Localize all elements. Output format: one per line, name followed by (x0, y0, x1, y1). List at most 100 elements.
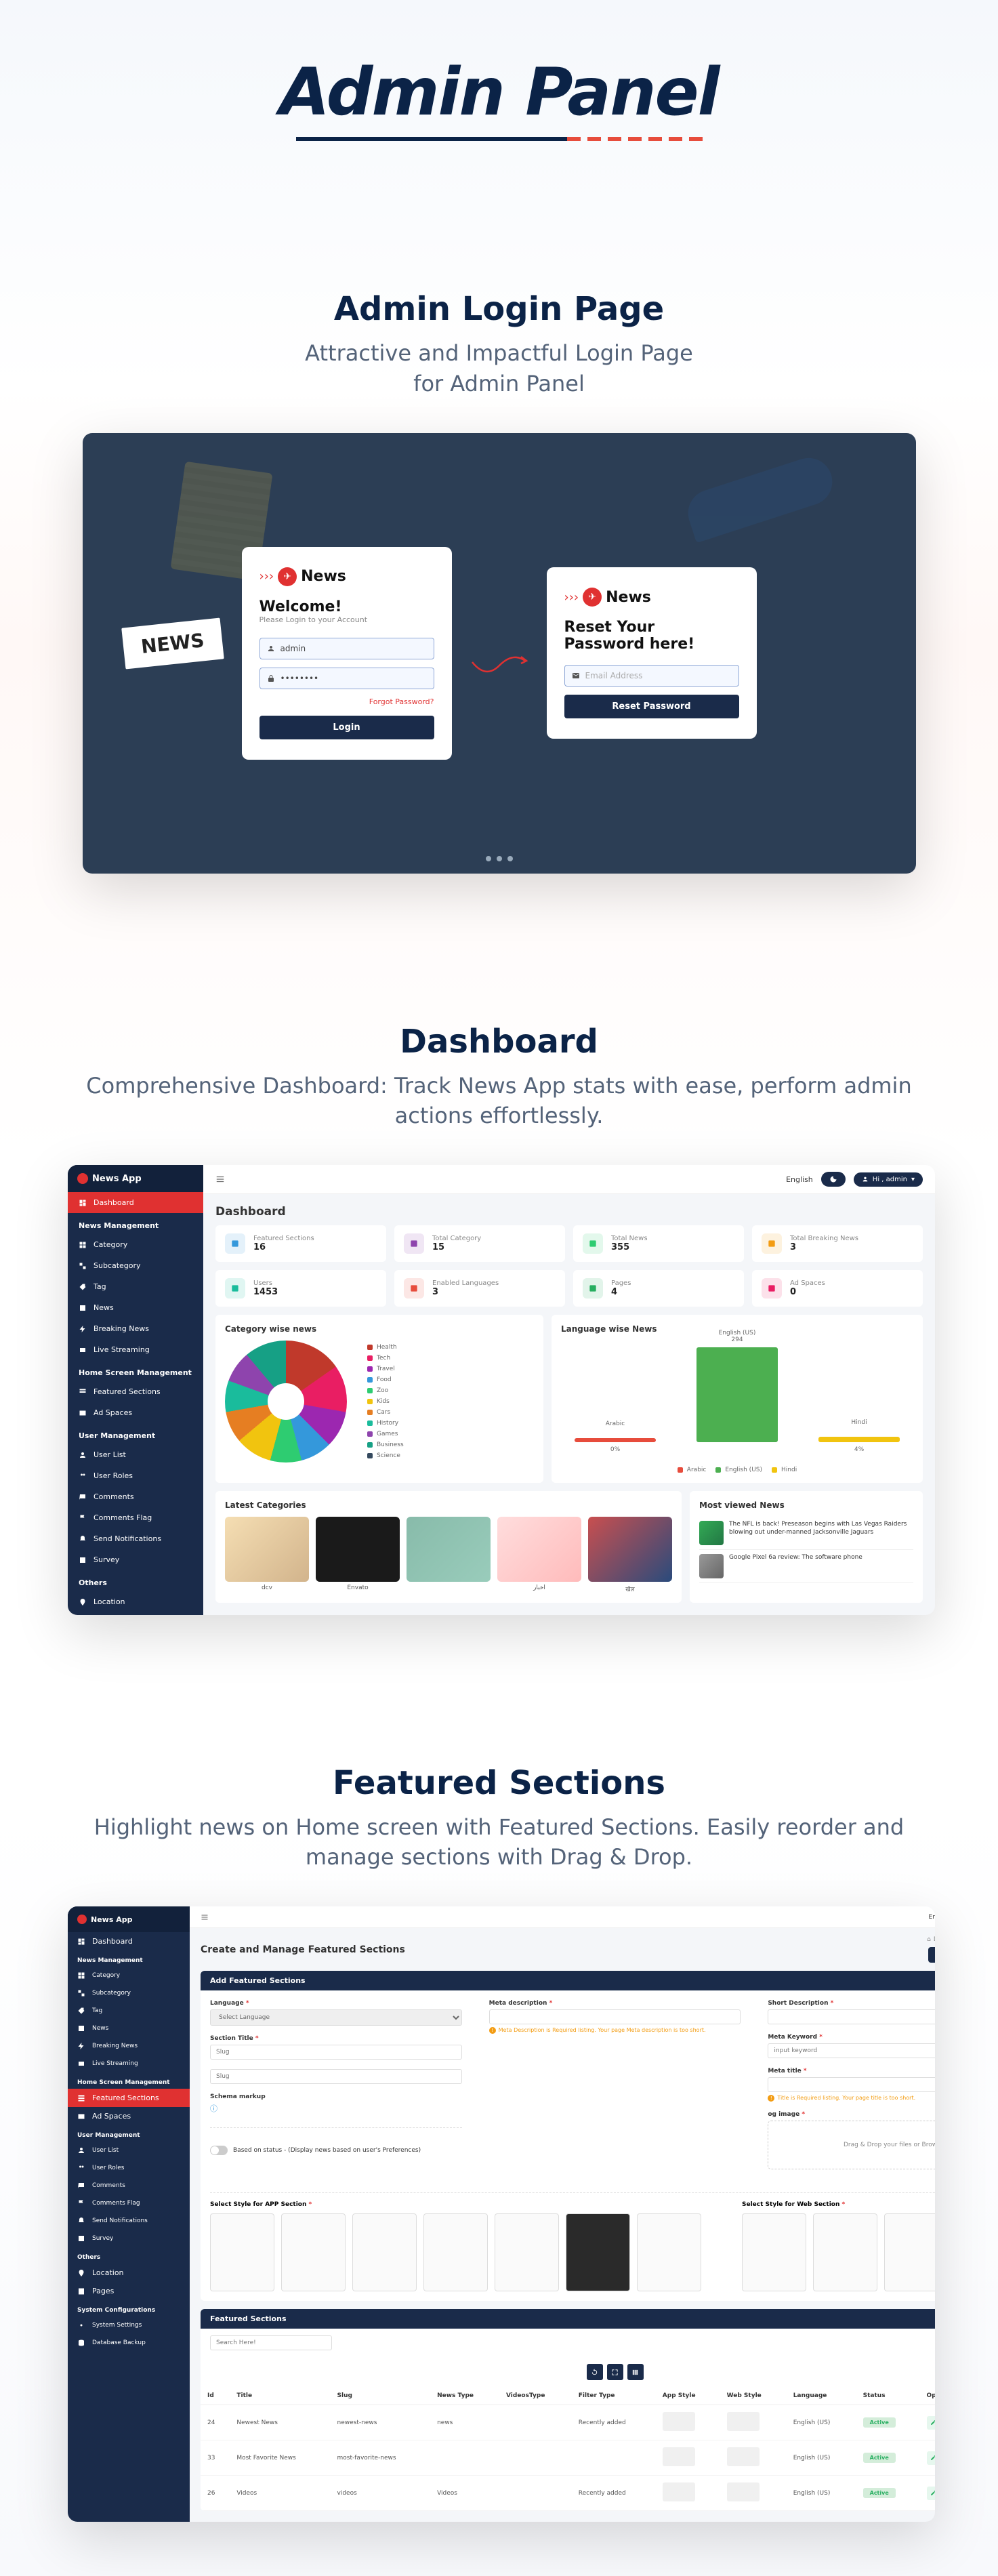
sidebar-item[interactable]: Pages (68, 2282, 190, 2300)
sidebar-item[interactable]: News (68, 1297, 203, 1318)
username-input[interactable]: admin (259, 638, 434, 659)
menu-icon[interactable] (215, 1174, 225, 1184)
sidebar-item[interactable]: Comments (68, 1486, 203, 1507)
table-header-cell[interactable]: Slug (331, 2387, 431, 2405)
refresh-icon[interactable] (587, 2364, 603, 2380)
based-switch[interactable]: Based on status - (Display news based on… (210, 2146, 462, 2155)
table-header-cell[interactable]: Filter Type (572, 2387, 656, 2405)
meta-title-field[interactable]: Meta title *!Title is Required listing. … (768, 2068, 935, 2102)
web-style-grid[interactable] (742, 2213, 935, 2291)
reset-heading: Reset Your Password here! (564, 619, 739, 653)
table-row: 33Most Favorite Newsmost-favorite-newsEn… (201, 2440, 935, 2476)
carousel-dots[interactable] (486, 856, 513, 861)
sidebar-item[interactable]: Comments (68, 2177, 190, 2194)
sidebar-item-featured[interactable]: Featured Sections (68, 2089, 190, 2107)
sidebar-item-dashboard[interactable]: Dashboard (68, 1192, 203, 1213)
sidebar-item[interactable]: Location (68, 2264, 190, 2282)
columns-icon[interactable] (627, 2364, 644, 2380)
most-viewed-item[interactable]: Google Pixel 6a review: The software pho… (699, 1550, 913, 1583)
sidebar-item[interactable]: User List (68, 1444, 203, 1465)
sidebar-item[interactable]: Database Backup (68, 2334, 190, 2352)
category-tile[interactable]: dcv (225, 1517, 309, 1593)
section-title-field[interactable]: Section Title * (210, 2035, 462, 2060)
menu-icon[interactable] (201, 1913, 209, 1921)
sidebar-item[interactable]: User Roles (68, 2159, 190, 2177)
sidebar-item[interactable]: Breaking News (68, 1318, 203, 1339)
sidebar-item[interactable]: Breaking News (68, 2037, 190, 2055)
email-input[interactable]: Email Address (564, 665, 739, 687)
reset-button[interactable]: Reset Password (564, 695, 739, 718)
sidebar-item[interactable]: User List (68, 2142, 190, 2159)
sidebar-item[interactable]: Subcategory (68, 1255, 203, 1276)
table-search[interactable] (210, 2335, 332, 2350)
latest-categories: Latest Categories dcvEnvatoاخبارखेल (215, 1491, 682, 1602)
style-tile[interactable] (566, 2213, 630, 2291)
add-featured-button[interactable]: ⊕Add Featured Sections (928, 1947, 935, 1963)
sidebar-item[interactable]: Comments Flag (68, 2194, 190, 2212)
sidebar-item[interactable]: Ad Spaces (68, 1402, 203, 1423)
sidebar-item[interactable]: System Settings (68, 2316, 190, 2334)
slug-field[interactable] (210, 2069, 462, 2084)
edit-icon[interactable] (927, 2416, 935, 2430)
edit-icon[interactable] (927, 2487, 935, 2500)
forgot-password-link[interactable]: Forgot Password? (259, 697, 434, 706)
sidebar-item[interactable]: Tag (68, 1276, 203, 1297)
style-tile[interactable] (813, 2213, 877, 2291)
sidebar-item[interactable]: Send Notifications (68, 2212, 190, 2230)
style-tile[interactable] (742, 2213, 806, 2291)
sidebar-item[interactable]: Tag (68, 2002, 190, 2020)
sidebar-item[interactable]: Survey (68, 1549, 203, 1570)
style-tile[interactable] (884, 2213, 935, 2291)
section-subtitle: Attractive and Impactful Login Page for … (68, 338, 930, 399)
style-tile[interactable] (423, 2213, 488, 2291)
table-header-cell[interactable]: Status (856, 2387, 920, 2405)
sidebar-item[interactable]: Location (68, 1591, 203, 1612)
fullscreen-icon[interactable] (607, 2364, 623, 2380)
table-header-cell[interactable]: Language (787, 2387, 856, 2405)
table-header-cell[interactable]: App Style (656, 2387, 720, 2405)
theme-toggle[interactable] (821, 1172, 846, 1187)
style-tile[interactable] (495, 2213, 559, 2291)
password-input[interactable]: •••••••• (259, 668, 434, 689)
meta-desc-field[interactable]: Meta description *!Meta Description is R… (489, 2000, 741, 2034)
sidebar-item[interactable]: Category (68, 1967, 190, 1984)
category-tile[interactable]: Envato (316, 1517, 400, 1593)
table-row: 26VideosvideosVideosRecently addedEnglis… (201, 2476, 935, 2511)
table-header-cell[interactable]: Web Style (720, 2387, 787, 2405)
language-select[interactable]: English (786, 1175, 813, 1184)
language-field[interactable]: Language *Select Language (210, 2000, 462, 2026)
og-image-field[interactable]: og image *Drag & Drop your files or Brow… (768, 2111, 935, 2169)
sidebar-item[interactable]: User Roles (68, 1465, 203, 1486)
sidebar-item[interactable]: Survey (68, 2230, 190, 2247)
sidebar-item[interactable]: Live Streaming (68, 2055, 190, 2072)
sidebar-item[interactable]: Subcategory (68, 1984, 190, 2002)
table-header-cell[interactable]: Title (230, 2387, 330, 2405)
table-header-cell[interactable]: News Type (430, 2387, 499, 2405)
style-tile[interactable] (281, 2213, 346, 2291)
category-tile[interactable]: اخبار (497, 1517, 581, 1593)
sidebar-item[interactable]: Featured Sections (68, 1381, 203, 1402)
category-tile[interactable]: खेल (588, 1517, 672, 1593)
table-header-cell[interactable]: VideosType (499, 2387, 572, 2405)
sidebar-item[interactable]: Comments Flag (68, 1507, 203, 1528)
sidebar-item[interactable]: News (68, 2020, 190, 2037)
sidebar-item[interactable]: Send Notifications (68, 1528, 203, 1549)
user-menu[interactable]: Hi , admin▾ (854, 1172, 923, 1187)
most-viewed-item[interactable]: The NFL is back! Preseason begins with L… (699, 1517, 913, 1550)
table-header-cell[interactable]: Operate (920, 2387, 935, 2405)
style-tile[interactable] (210, 2213, 274, 2291)
keyword-field[interactable]: Meta Keyword * (768, 2034, 935, 2058)
sidebar-item[interactable]: Ad Spaces (68, 2107, 190, 2125)
style-tile[interactable] (637, 2213, 701, 2291)
schema-field[interactable]: Schema markup ⓘ (210, 2093, 462, 2114)
edit-icon[interactable] (927, 2451, 935, 2465)
category-tile[interactable] (407, 1517, 491, 1593)
table-header-cell[interactable]: Id (201, 2387, 230, 2405)
style-tile[interactable] (352, 2213, 417, 2291)
app-style-grid[interactable] (210, 2213, 701, 2291)
login-button[interactable]: Login (259, 716, 434, 739)
sidebar-item[interactable]: Live Streaming (68, 1339, 203, 1360)
sidebar-item-dashboard[interactable]: Dashboard (68, 1932, 190, 1950)
sidebar-item[interactable]: Category (68, 1234, 203, 1255)
short-desc-field[interactable]: Short Description * (768, 2000, 935, 2024)
